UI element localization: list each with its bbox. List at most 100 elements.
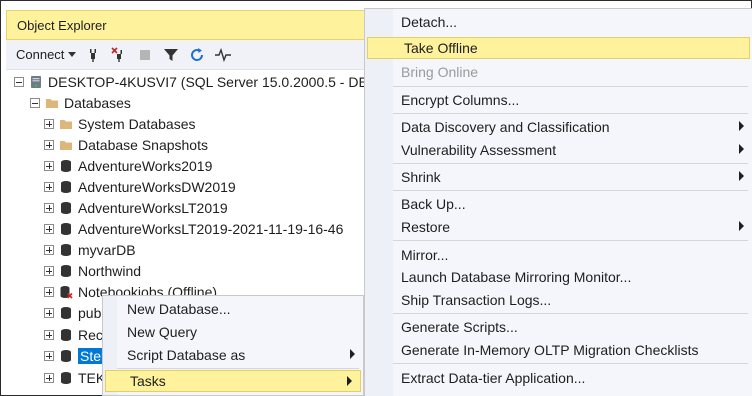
menu-separator — [117, 368, 359, 369]
menu-item-label: Mirror... — [401, 247, 449, 263]
menu-item-label: Vulnerability Assessment — [401, 142, 557, 158]
menu-separator — [393, 363, 748, 364]
menu-item-generate-oltp-checklists[interactable]: Generate In-Memory OLTP Migration Checkl… — [365, 339, 752, 361]
tree-item-label: AdventureWorks2019 — [78, 158, 213, 174]
menu-item-launch-mirroring-monitor[interactable]: Launch Database Mirroring Monitor... — [365, 266, 752, 288]
tree-node-database-snapshots[interactable]: Database Snapshots — [44, 135, 208, 155]
database-offline-icon — [58, 284, 74, 300]
menu-item-label: Launch Database Mirroring Monitor... — [401, 269, 632, 285]
expand-icon[interactable] — [44, 224, 54, 234]
menu-item-label: New Database... — [127, 301, 231, 317]
tree-node-database[interactable]: myvarDB — [44, 240, 136, 260]
menu-separator — [393, 313, 748, 314]
expand-icon[interactable] — [44, 203, 54, 213]
tree-item-label: myvarDB — [78, 242, 136, 258]
menu-item-label: Restore — [401, 219, 451, 235]
expand-icon[interactable] — [44, 161, 54, 171]
menu-item-back-up[interactable]: Back Up... — [365, 193, 752, 215]
menu-item-shrink[interactable]: Shrink — [365, 166, 752, 188]
menu-item-take-offline[interactable]: Take Offline — [367, 37, 750, 59]
menu-item-ship-transaction-logs[interactable]: Ship Transaction Logs... — [365, 289, 752, 311]
folder-icon — [44, 95, 60, 111]
tree-node-database[interactable]: pub — [44, 303, 101, 323]
tree-node-database[interactable]: AdventureWorks2019 — [44, 156, 212, 176]
submenu-arrow-icon — [350, 349, 355, 359]
menu-separator — [393, 163, 748, 164]
menu-item-detach[interactable]: Detach... — [365, 11, 752, 33]
expand-icon[interactable] — [44, 330, 54, 340]
tree-node-server[interactable]: DESKTOP-4KUSVI7 (SQL Server 15.0.2000.5 … — [14, 72, 366, 92]
menu-separator — [393, 113, 748, 114]
tree-item-label: pub — [78, 305, 102, 321]
connect-button[interactable]: Connect — [16, 47, 77, 62]
menu-item-extract-data-tier[interactable]: Extract Data-tier Application... — [365, 367, 752, 389]
menu-item-label: Bring Online — [401, 64, 479, 80]
tree-node-database[interactable]: Northwind — [44, 261, 141, 281]
menu-item-restore[interactable]: Restore — [365, 216, 752, 238]
expand-icon[interactable] — [44, 308, 54, 318]
tree-node-system-databases[interactable]: System Databases — [44, 114, 196, 134]
collapse-icon[interactable] — [30, 98, 40, 108]
menu-item-label: Script Database as — [127, 347, 246, 363]
menu-separator — [393, 190, 748, 191]
tree-node-database[interactable]: Reco — [44, 325, 111, 345]
submenu-arrow-icon — [347, 376, 352, 386]
folder-icon — [58, 116, 74, 132]
connect-label: Connect — [16, 47, 65, 62]
tree-item-label: Northwind — [78, 263, 142, 279]
menu-item-vulnerability-assessment[interactable]: Vulnerability Assessment — [365, 139, 752, 161]
expand-icon[interactable] — [44, 245, 54, 255]
tree-node-database[interactable]: AdventureWorksDW2019 — [44, 177, 236, 197]
menu-item-new-query[interactable]: New Query — [103, 321, 363, 343]
database-context-menu: New Database... New Query Script Databas… — [102, 295, 364, 396]
expand-icon[interactable] — [44, 287, 54, 297]
menu-item-label: Generate Scripts... — [401, 319, 518, 335]
database-icon — [58, 305, 74, 321]
menu-item-script-database-as[interactable]: Script Database as — [103, 344, 363, 366]
expand-icon[interactable] — [44, 182, 54, 192]
expand-icon[interactable] — [44, 351, 54, 361]
tree-node-database-selected[interactable]: Stell — [44, 346, 110, 366]
submenu-arrow-icon — [739, 121, 744, 131]
menu-item-label: Generate In-Memory OLTP Migration Checkl… — [401, 342, 699, 358]
database-icon — [58, 263, 74, 279]
menu-item-tasks[interactable]: Tasks — [105, 370, 361, 392]
tree-node-database[interactable]: TEKI — [44, 368, 109, 388]
tree-node-database[interactable]: AdventureWorksLT2019-2021-11-19-16-46 — [44, 219, 343, 239]
tree-node-database[interactable]: AdventureWorksLT2019 — [44, 198, 228, 218]
menu-item-bring-online[interactable]: Bring Online — [365, 61, 752, 83]
menu-item-label: Back Up... — [401, 196, 466, 212]
menu-item-label: Ship Transaction Logs... — [401, 292, 552, 308]
expand-icon[interactable] — [44, 119, 54, 129]
stop-icon[interactable] — [136, 46, 154, 64]
tree-item-label: AdventureWorksDW2019 — [78, 179, 236, 195]
menu-item-data-discovery[interactable]: Data Discovery and Classification — [365, 116, 752, 138]
tree-item-label: AdventureWorksLT2019-2021-11-19-16-46 — [78, 221, 344, 237]
refresh-icon[interactable] — [188, 46, 206, 64]
server-label: DESKTOP-4KUSVI7 (SQL Server 15.0.2000.5 … — [48, 74, 366, 90]
expand-icon[interactable] — [44, 373, 54, 383]
folder-icon — [58, 137, 74, 153]
expand-icon[interactable] — [44, 266, 54, 276]
expand-icon[interactable] — [44, 140, 54, 150]
tree-item-label: System Databases — [78, 116, 196, 132]
menu-item-generate-scripts[interactable]: Generate Scripts... — [365, 316, 752, 338]
menu-item-mirror[interactable]: Mirror... — [365, 244, 752, 266]
database-icon — [58, 327, 74, 343]
submenu-arrow-icon — [739, 171, 744, 181]
menu-item-label: Detach... — [401, 14, 458, 30]
menu-item-encrypt-columns[interactable]: Encrypt Columns... — [365, 89, 752, 111]
submenu-arrow-icon — [739, 221, 744, 231]
filter-icon[interactable] — [162, 46, 180, 64]
activity-monitor-icon[interactable] — [214, 46, 232, 64]
tree-node-databases[interactable]: Databases — [30, 93, 131, 113]
menu-separator — [393, 86, 748, 87]
database-icon — [58, 221, 74, 237]
object-explorer-toolbar: Connect — [6, 40, 376, 70]
connect-plug-icon[interactable] — [84, 46, 102, 64]
disconnect-plug-icon[interactable] — [110, 46, 128, 64]
menu-item-new-database[interactable]: New Database... — [103, 298, 363, 320]
tasks-submenu: Detach... Take Offline Bring Online Encr… — [364, 8, 752, 396]
collapse-icon[interactable] — [14, 77, 24, 87]
databases-label: Databases — [64, 95, 131, 111]
